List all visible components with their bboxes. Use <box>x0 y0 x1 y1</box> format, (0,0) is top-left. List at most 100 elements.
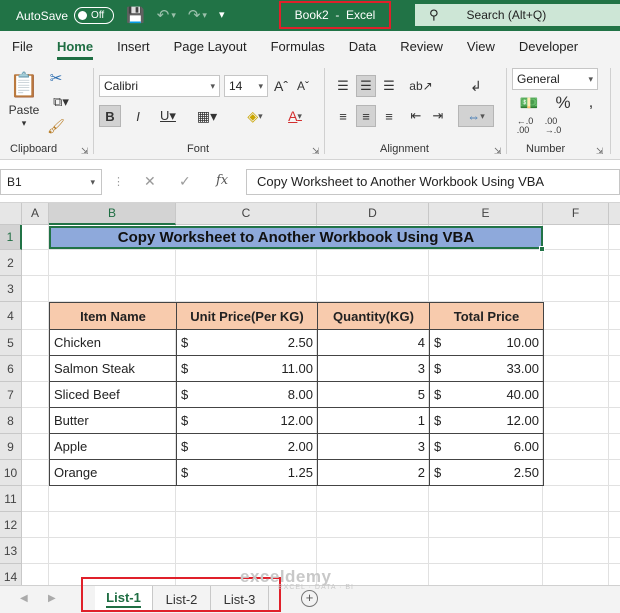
scroll-tabs-right-icon[interactable]: ▶ <box>48 593 56 604</box>
cell-quantity[interactable]: 1 <box>317 407 430 434</box>
cell-item-name[interactable]: Sliced Beef <box>49 381 177 408</box>
scroll-tabs-left-icon[interactable]: ◀ <box>20 593 28 604</box>
cell-unit-price[interactable]: $1.25 <box>176 459 318 486</box>
cell-item-name[interactable]: Salmon Steak <box>49 355 177 382</box>
cell-total-price[interactable]: $12.00 <box>429 407 544 434</box>
tab-home[interactable]: Home <box>45 31 105 62</box>
font-launcher-icon[interactable]: ⇲ <box>312 146 320 157</box>
customize-toolbar-icon[interactable]: ▾ <box>219 10 225 21</box>
font-size-select[interactable]: 14 ▾ <box>224 75 268 97</box>
column-header-b[interactable]: B <box>49 203 176 225</box>
row-header-11[interactable]: 11 <box>0 486 22 512</box>
row-header-7[interactable]: 7 <box>0 382 22 408</box>
header-total-price[interactable]: Total Price <box>429 302 544 330</box>
cell-unit-price[interactable]: $8.00 <box>176 381 318 408</box>
search-box[interactable]: ⚲ Search (Alt+Q) <box>415 4 620 26</box>
cell-quantity[interactable]: 5 <box>317 381 430 408</box>
tab-data[interactable]: Data <box>337 31 388 62</box>
align-right-icon[interactable]: ≡ <box>379 105 399 127</box>
column-header-g[interactable] <box>609 203 620 225</box>
font-color-icon[interactable]: A ▾ <box>278 105 312 127</box>
column-header-a[interactable]: A <box>22 203 49 225</box>
save-icon[interactable]: 💾 <box>126 8 145 23</box>
clipboard-launcher-icon[interactable]: ⇲ <box>81 146 89 157</box>
increase-font-size-icon[interactable]: Aˆ <box>272 75 290 97</box>
redo-icon[interactable]: ↷ <box>188 8 201 23</box>
borders-icon[interactable]: ▦▾ <box>192 105 222 127</box>
row-header-1[interactable]: 1 <box>0 225 22 250</box>
row-header-2[interactable]: 2 <box>0 250 22 276</box>
column-header-c[interactable]: C <box>176 203 317 225</box>
comma-style-icon[interactable]: , <box>580 92 602 114</box>
name-box[interactable]: B1 ▾ <box>0 169 102 195</box>
decrease-decimal-icon[interactable]: .00 →.0 <box>542 116 564 136</box>
cell-unit-price[interactable]: $2.00 <box>176 433 318 460</box>
row-header-8[interactable]: 8 <box>0 408 22 434</box>
row-header-12[interactable]: 12 <box>0 512 22 538</box>
enter-icon[interactable]: ✓ <box>179 173 191 190</box>
decrease-indent-icon[interactable]: ⇤ <box>406 105 426 127</box>
wrap-text-icon[interactable]: ↲ <box>458 75 494 97</box>
cell-quantity[interactable]: 3 <box>317 355 430 382</box>
fill-handle[interactable] <box>539 246 545 252</box>
header-quantity[interactable]: Quantity(KG) <box>317 302 430 330</box>
fill-color-icon[interactable]: ◈ ▾ <box>238 105 272 127</box>
percent-style-icon[interactable]: % <box>552 92 574 114</box>
copy-icon[interactable]: ⧉▾ <box>46 92 76 112</box>
number-format-select[interactable]: General ▾ <box>512 68 598 90</box>
row-header-14[interactable]: 14 <box>0 564 22 585</box>
row-header-9[interactable]: 9 <box>0 434 22 460</box>
underline-button[interactable]: U▾ <box>152 105 184 127</box>
cell-item-name[interactable]: Chicken <box>49 329 177 356</box>
row-header-3[interactable]: 3 <box>0 276 22 302</box>
header-item-name[interactable]: Item Name <box>49 302 177 330</box>
cell-unit-price[interactable]: $11.00 <box>176 355 318 382</box>
paste-dropdown-icon[interactable]: ▾ <box>18 118 30 128</box>
column-header-f[interactable]: F <box>543 203 609 225</box>
cell-item-name[interactable]: Butter <box>49 407 177 434</box>
increase-indent-icon[interactable]: ⇥ <box>428 105 448 127</box>
cell-total-price[interactable]: $6.00 <box>429 433 544 460</box>
redo-dropdown-icon[interactable]: ▾ <box>202 11 207 20</box>
tab-view[interactable]: View <box>455 31 507 62</box>
align-left-icon[interactable]: ≡ <box>333 105 353 127</box>
font-name-select[interactable]: Calibri ▾ <box>99 75 220 97</box>
row-header-13[interactable]: 13 <box>0 538 22 564</box>
cell-total-price[interactable]: $10.00 <box>429 329 544 356</box>
alignment-launcher-icon[interactable]: ⇲ <box>494 146 502 157</box>
format-painter-icon[interactable]: 🖌 <box>46 116 66 136</box>
bold-button[interactable]: B <box>99 105 121 127</box>
add-sheet-icon[interactable]: + <box>301 590 318 607</box>
autosave-toggle[interactable]: Off <box>74 7 115 24</box>
tab-developer[interactable]: Developer <box>507 31 590 62</box>
cell-quantity[interactable]: 4 <box>317 329 430 356</box>
tab-page-layout[interactable]: Page Layout <box>162 31 259 62</box>
cell-item-name[interactable]: Orange <box>49 459 177 486</box>
tab-formulas[interactable]: Formulas <box>259 31 337 62</box>
tab-review[interactable]: Review <box>388 31 455 62</box>
row-header-4[interactable]: 4 <box>0 302 22 330</box>
row-header-6[interactable]: 6 <box>0 356 22 382</box>
cell-item-name[interactable]: Apple <box>49 433 177 460</box>
align-bottom-icon[interactable]: ☰ <box>379 75 399 97</box>
cell-total-price[interactable]: $2.50 <box>429 459 544 486</box>
cell-quantity[interactable]: 2 <box>317 459 430 486</box>
decrease-font-size-icon[interactable]: Aˇ <box>294 75 312 97</box>
italic-button[interactable]: I <box>127 105 149 127</box>
merge-center-icon[interactable]: ⇔ ▾ <box>458 105 494 127</box>
align-center-icon[interactable]: ≡ <box>356 105 376 127</box>
tab-insert[interactable]: Insert <box>105 31 162 62</box>
column-header-e[interactable]: E <box>429 203 543 225</box>
column-header-d[interactable]: D <box>317 203 429 225</box>
align-middle-icon[interactable]: ☰ <box>356 75 376 97</box>
undo-dropdown-icon[interactable]: ▾ <box>171 11 176 20</box>
paste-icon[interactable]: 📋 <box>9 70 39 100</box>
row-header-5[interactable]: 5 <box>0 330 22 356</box>
header-unit-price[interactable]: Unit Price(Per KG) <box>176 302 318 330</box>
cell-quantity[interactable]: 3 <box>317 433 430 460</box>
cell-total-price[interactable]: $40.00 <box>429 381 544 408</box>
sheet-title-cell[interactable]: Copy Worksheet to Another Workbook Using… <box>49 226 543 249</box>
insert-function-button[interactable]: fx <box>216 173 228 188</box>
more-options-icon[interactable]: ⋮ <box>113 175 124 188</box>
currency-format-icon[interactable]: 💵 <box>514 92 544 114</box>
